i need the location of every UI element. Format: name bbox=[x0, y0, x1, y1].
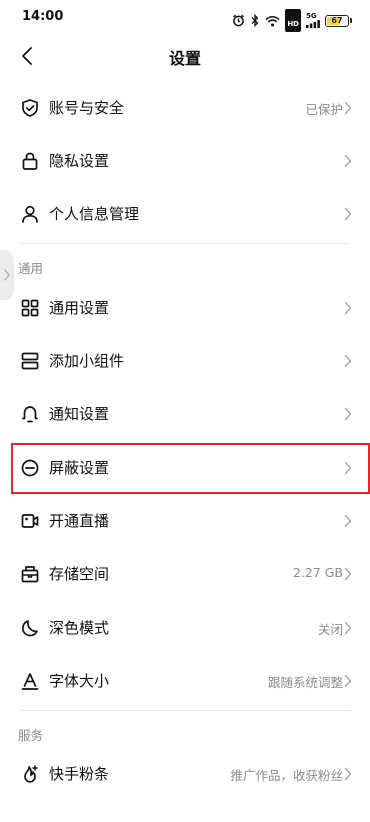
row-value: 已保护 bbox=[305, 102, 343, 117]
person-icon bbox=[20, 204, 40, 224]
row-account-security[interactable]: 账号与安全 已保护 bbox=[0, 81, 370, 134]
lock-icon bbox=[20, 151, 40, 171]
chevron-right-icon bbox=[344, 101, 352, 115]
row-value: 关闭 bbox=[317, 622, 343, 637]
row-label: 个人信息管理 bbox=[49, 205, 140, 223]
fire-plus-icon bbox=[20, 764, 40, 784]
chevron-right-icon bbox=[344, 154, 352, 168]
row-storage[interactable]: 存储空间 2.27 GB bbox=[0, 547, 370, 600]
row-label: 账号与安全 bbox=[49, 99, 125, 117]
row-label: 通用设置 bbox=[49, 299, 110, 317]
chevron-right-icon bbox=[344, 407, 352, 421]
row-open-live[interactable]: 开通直播 bbox=[0, 494, 370, 547]
chevron-right-icon bbox=[344, 567, 352, 581]
highlight-box bbox=[11, 443, 370, 494]
row-label: 开通直播 bbox=[49, 512, 110, 530]
row-personal-info[interactable]: 个人信息管理 bbox=[0, 187, 370, 240]
chevron-right-icon bbox=[4, 269, 10, 281]
row-value: 跟随系统调整 bbox=[267, 675, 343, 690]
row-general-settings[interactable]: 通用设置 bbox=[0, 281, 370, 334]
storage-box-icon bbox=[20, 564, 40, 584]
row-value: 推广作品，收获粉丝 bbox=[230, 768, 343, 783]
shield-check-icon bbox=[20, 98, 40, 118]
section-header-general: 通用 bbox=[18, 261, 44, 276]
status-icons: HD 5G 67 bbox=[232, 9, 352, 32]
chevron-right-icon bbox=[344, 674, 352, 688]
row-label: 隐私设置 bbox=[49, 152, 110, 170]
signal-bars-icon bbox=[306, 20, 320, 28]
battery-tip bbox=[350, 18, 352, 23]
chevron-right-icon bbox=[344, 354, 352, 368]
bluetooth-icon bbox=[251, 14, 259, 27]
row-font-size[interactable]: 字体大小 跟随系统调整 bbox=[0, 654, 370, 707]
row-dark-mode[interactable]: 深色模式 关闭 bbox=[0, 601, 370, 654]
chevron-right-icon bbox=[344, 301, 352, 315]
row-privacy-settings[interactable]: 隐私设置 bbox=[0, 134, 370, 187]
hd-badge: HD bbox=[285, 9, 301, 32]
cellular-signal: 5G bbox=[306, 13, 320, 28]
grid-icon bbox=[20, 298, 40, 318]
row-label: 存储空间 bbox=[49, 565, 110, 583]
font-icon bbox=[20, 671, 40, 691]
row-notification-settings[interactable]: 通知设置 bbox=[0, 387, 370, 440]
bell-icon bbox=[20, 404, 40, 424]
status-time: 14:00 bbox=[22, 9, 64, 24]
row-add-widget[interactable]: 添加小组件 bbox=[0, 334, 370, 387]
widget-icon bbox=[20, 351, 40, 371]
moon-icon bbox=[20, 618, 40, 638]
wifi-icon bbox=[265, 15, 280, 26]
video-icon bbox=[20, 511, 40, 531]
row-value: 2.27 GB bbox=[292, 565, 343, 580]
row-label: 通知设置 bbox=[49, 405, 110, 423]
status-bar: 14:00 HD 5G 67 bbox=[0, 0, 370, 34]
row-label: 添加小组件 bbox=[49, 352, 125, 370]
row-label: 深色模式 bbox=[49, 619, 110, 637]
battery-indicator: 67 bbox=[325, 14, 349, 27]
chevron-right-icon bbox=[344, 514, 352, 528]
chevron-right-icon bbox=[344, 767, 352, 781]
chevron-right-icon bbox=[344, 621, 352, 635]
section-divider bbox=[20, 710, 350, 711]
alarm-icon bbox=[233, 14, 245, 27]
row-label: 快手粉条 bbox=[49, 765, 110, 783]
row-kuaishou-fans[interactable]: 快手粉条 推广作品，收获粉丝 bbox=[0, 747, 370, 800]
chevron-right-icon bbox=[344, 207, 352, 221]
row-label: 字体大小 bbox=[49, 672, 110, 690]
section-divider bbox=[20, 243, 350, 244]
page-title: 设置 bbox=[168, 49, 201, 68]
section-header-services: 服务 bbox=[18, 728, 44, 743]
network-type-label: 5G bbox=[306, 12, 317, 20]
side-panel-handle[interactable] bbox=[0, 250, 14, 300]
nav-bar: 设置 bbox=[0, 34, 370, 78]
battery-level: 67 bbox=[331, 15, 343, 25]
